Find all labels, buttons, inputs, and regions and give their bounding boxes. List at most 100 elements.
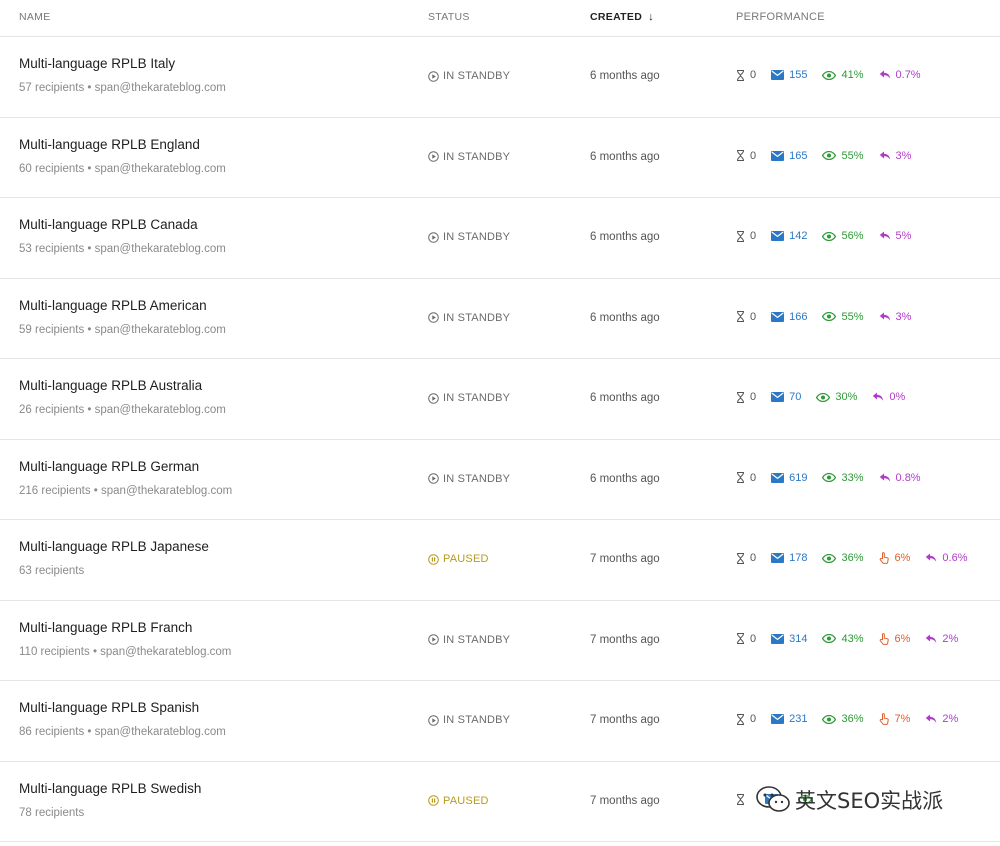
- campaign-name[interactable]: Multi-language RPLB Canada: [19, 217, 198, 232]
- status-label: IN STANDBY: [443, 70, 511, 82]
- metric-sent: 178: [771, 552, 807, 564]
- column-header-status[interactable]: STATUS: [428, 11, 470, 23]
- metric-sent-value: 165: [789, 149, 808, 162]
- metric-reply-rate-value: 2%: [942, 632, 959, 645]
- eye-icon: [822, 70, 841, 80]
- metric-open-rate-value: 43%: [841, 632, 864, 645]
- metric-open-rate: 41%: [822, 69, 864, 81]
- campaign-recipients: 57 recipients • span@thekarateblog.com: [19, 82, 226, 94]
- table-row[interactable]: Multi-language RPLB Canada 53 recipients …: [0, 198, 1000, 279]
- table-row[interactable]: Multi-language RPLB England 60 recipients…: [0, 118, 1000, 198]
- metric-sent: 70: [771, 391, 801, 403]
- status-badge: IN STANDBY: [428, 231, 510, 243]
- status-label: IN STANDBY: [443, 150, 511, 163]
- table-row[interactable]: Multi-language RPLB Spanish 86 recipients…: [0, 681, 1000, 762]
- metric-reply-rate-value: 3%: [895, 149, 912, 162]
- metric-open-rate: 36%: [822, 552, 864, 564]
- table-row[interactable]: Multi-language RPLB Japanese 63 recipient…: [0, 520, 1000, 601]
- metric-waiting: 0: [736, 472, 756, 484]
- status-label: IN STANDBY: [443, 311, 511, 324]
- status-badge: IN STANDBY: [428, 151, 510, 163]
- status-label: PAUSED: [443, 794, 489, 807]
- campaign-recipients: 53 recipients • span@thekarateblog.com: [19, 243, 226, 255]
- campaign-name[interactable]: Multi-language RPLB England: [19, 137, 200, 152]
- hourglass-icon: [736, 472, 750, 483]
- metric-sent: 142: [771, 230, 807, 242]
- metric-reply-rate-value: 0.8%: [895, 471, 921, 484]
- play-circle-icon: [428, 473, 443, 484]
- status-badge: IN STANDBY: [428, 70, 510, 82]
- campaign-name[interactable]: Multi-language RPLB Swedish: [19, 781, 201, 796]
- eye-icon: [816, 392, 835, 402]
- column-header-created[interactable]: CREATED ↓: [590, 11, 654, 23]
- created-date: 6 months ago: [590, 150, 660, 163]
- status-label: IN STANDBY: [443, 231, 511, 243]
- metric-waiting-value: 0: [750, 391, 757, 403]
- metric-reply-rate-value: 2%: [942, 713, 959, 725]
- reply-arrow-icon: [879, 473, 896, 483]
- hand-pointer-icon: [879, 632, 895, 645]
- campaign-recipients: 216 recipients • span@thekarateblog.com: [19, 484, 233, 497]
- status-badge: PAUSED: [428, 795, 489, 807]
- campaign-name[interactable]: Multi-language RPLB German: [19, 459, 199, 474]
- envelope-icon: [771, 392, 789, 402]
- created-date: 7 months ago: [590, 794, 660, 807]
- metric-waiting: 0: [736, 391, 756, 403]
- reply-arrow-icon: [879, 231, 896, 241]
- performance-metrics: 0 166 55% 3%: [736, 311, 926, 323]
- campaign-recipients: 60 recipients • span@thekarateblog.com: [19, 162, 226, 175]
- envelope-icon: [771, 311, 789, 322]
- metric-open-rate: 36%: [822, 713, 864, 725]
- column-header-name[interactable]: NAME: [19, 11, 51, 23]
- metric-reply-rate: 3%: [879, 311, 911, 323]
- status-label: IN STANDBY: [443, 472, 511, 485]
- metric-reply-rate: 3%: [879, 149, 912, 162]
- created-date: 7 months ago: [590, 553, 660, 565]
- column-header-created-label: CREATED: [590, 11, 643, 23]
- campaign-recipients: 78 recipients: [19, 806, 85, 819]
- reply-arrow-icon: [879, 70, 896, 80]
- reply-arrow-icon: [925, 553, 942, 563]
- metric-waiting-value: 0: [750, 69, 757, 81]
- hourglass-icon: [736, 150, 750, 161]
- pause-circle-icon: [428, 795, 443, 806]
- table-row[interactable]: Multi-language RPLB Italy 57 recipients •…: [0, 37, 1000, 118]
- created-date: 7 months ago: [590, 714, 660, 726]
- table-body: Multi-language RPLB Italy 57 recipients •…: [0, 37, 1000, 842]
- campaign-name[interactable]: Multi-language RPLB Japanese: [19, 539, 209, 554]
- hand-pointer-icon: [879, 713, 895, 725]
- table-row[interactable]: Multi-language RPLB American 59 recipient…: [0, 279, 1000, 359]
- performance-metrics: 0 142 56% 5%: [736, 230, 926, 242]
- eye-icon: [822, 231, 841, 241]
- wechat-logo-icon: [756, 786, 790, 812]
- table-row[interactable]: Multi-language RPLB German 216 recipients…: [0, 440, 1000, 520]
- metric-reply-rate-value: 0%: [889, 391, 906, 403]
- metric-open-rate: 33%: [822, 472, 864, 484]
- campaign-name[interactable]: Multi-language RPLB Franch: [19, 620, 192, 635]
- play-circle-icon: [428, 231, 443, 243]
- campaign-name[interactable]: Multi-language RPLB Australia: [19, 378, 202, 393]
- metric-reply-rate-value: 0.6%: [942, 552, 968, 564]
- column-header-performance[interactable]: PERFORMANCE: [736, 11, 825, 23]
- metric-waiting-value: 0: [750, 310, 757, 323]
- campaign-name[interactable]: Multi-language RPLB Spanish: [19, 700, 199, 715]
- metric-open-rate-value: 41%: [841, 69, 864, 81]
- campaign-recipients: 26 recipients • span@thekarateblog.com: [19, 404, 226, 416]
- performance-metrics: 0 619 33% 0.8%: [736, 472, 936, 484]
- created-date: 6 months ago: [590, 231, 660, 243]
- table-row[interactable]: Multi-language RPLB Franch 110 recipients…: [0, 601, 1000, 681]
- performance-metrics: 0 165 55% 3%: [736, 150, 926, 162]
- metric-waiting: 0: [736, 552, 756, 564]
- performance-metrics: 0 178 36% 6% 0.6%: [736, 552, 983, 564]
- campaign-name[interactable]: Multi-language RPLB Italy: [19, 56, 175, 71]
- campaign-recipients: 110 recipients • span@thekarateblog.com: [19, 645, 232, 658]
- metric-open-rate: 56%: [822, 230, 864, 242]
- metric-sent: 166: [771, 311, 807, 323]
- table-row[interactable]: Multi-language RPLB Australia 26 recipien…: [0, 359, 1000, 440]
- metric-sent-value: 70: [789, 391, 802, 403]
- metric-sent: 619: [771, 472, 807, 484]
- performance-metrics: 0 70 30% 0%: [736, 391, 920, 403]
- campaign-recipients: 59 recipients • span@thekarateblog.com: [19, 323, 226, 336]
- campaign-name[interactable]: Multi-language RPLB American: [19, 298, 207, 313]
- metric-reply-rate: 2%: [925, 713, 958, 725]
